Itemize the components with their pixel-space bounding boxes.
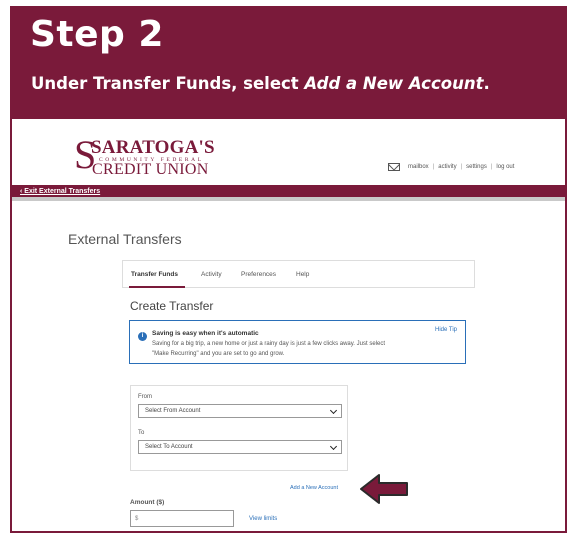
nav-mailbox[interactable]: mailbox bbox=[408, 164, 429, 170]
transfer-form: From Select From Account To Select To Ac… bbox=[130, 385, 348, 471]
to-account-select[interactable]: Select To Account bbox=[138, 440, 342, 454]
instruction-emphasis: Add a New Account bbox=[304, 74, 484, 93]
step-instruction: Under Transfer Funds, select Add a New A… bbox=[31, 74, 490, 93]
instruction-suffix: . bbox=[483, 74, 490, 93]
mail-icon[interactable] bbox=[388, 163, 400, 171]
hide-tip-link[interactable]: Hide Tip bbox=[435, 327, 457, 333]
tip-box: i Saving is easy when it's automatic Sav… bbox=[129, 320, 466, 364]
tab-activity[interactable]: Activity bbox=[201, 271, 222, 278]
nav-separator: | bbox=[490, 164, 493, 170]
exit-bar: ‹ Exit External Transfers bbox=[12, 185, 565, 201]
screenshot-frame: S SARATOGA'S COMMUNITY FEDERAL CREDIT UN… bbox=[10, 119, 567, 533]
page-title: External Transfers bbox=[68, 231, 182, 247]
active-tab-indicator bbox=[129, 286, 185, 288]
tab-help[interactable]: Help bbox=[296, 271, 309, 278]
nav-activity[interactable]: activity bbox=[438, 164, 456, 170]
add-new-account-link[interactable]: Add a New Account bbox=[290, 485, 338, 491]
tip-heading: Saving is easy when it's automatic bbox=[152, 330, 259, 337]
from-account-select[interactable]: Select From Account bbox=[138, 404, 342, 418]
nav-separator: | bbox=[460, 164, 463, 170]
logo-line-3: CREDIT UNION bbox=[92, 161, 209, 178]
nav-settings[interactable]: settings bbox=[466, 164, 487, 170]
amount-value: $ bbox=[135, 516, 139, 522]
tab-preferences[interactable]: Preferences bbox=[241, 271, 276, 278]
view-limits-link[interactable]: View limits bbox=[249, 516, 277, 522]
to-label: To bbox=[138, 430, 145, 436]
info-icon: i bbox=[138, 332, 147, 341]
from-account-value: Select From Account bbox=[145, 408, 201, 414]
credit-union-logo[interactable]: S SARATOGA'S COMMUNITY FEDERAL CREDIT UN… bbox=[74, 135, 215, 179]
create-transfer-heading: Create Transfer bbox=[130, 299, 214, 313]
amount-label: Amount ($) bbox=[130, 499, 165, 506]
instruction-prefix: Under Transfer Funds, select bbox=[31, 74, 305, 93]
nav-log-out[interactable]: log out bbox=[496, 164, 514, 170]
tab-bar: Transfer Funds Activity Preferences Help bbox=[122, 260, 475, 288]
amount-input[interactable]: $ bbox=[130, 510, 234, 527]
pointer-arrow-icon bbox=[360, 474, 408, 504]
nav-separator: | bbox=[432, 164, 435, 170]
tab-transfer-funds[interactable]: Transfer Funds bbox=[131, 271, 178, 278]
from-label: From bbox=[138, 394, 152, 400]
top-nav: mailbox | activity | settings | log out bbox=[388, 163, 514, 171]
step-title: Step 2 bbox=[30, 14, 164, 55]
to-account-value: Select To Account bbox=[145, 444, 193, 450]
logo-line-1: SARATOGA'S bbox=[91, 137, 215, 158]
tip-text-line-2: "Make Recurring" and you are set to go a… bbox=[152, 351, 285, 357]
exit-external-transfers-link[interactable]: ‹ Exit External Transfers bbox=[20, 188, 100, 195]
chevron-down-icon bbox=[329, 406, 338, 415]
tip-text-line-1: Saving for a big trip, a new home or jus… bbox=[152, 341, 385, 347]
chevron-down-icon bbox=[329, 442, 338, 451]
